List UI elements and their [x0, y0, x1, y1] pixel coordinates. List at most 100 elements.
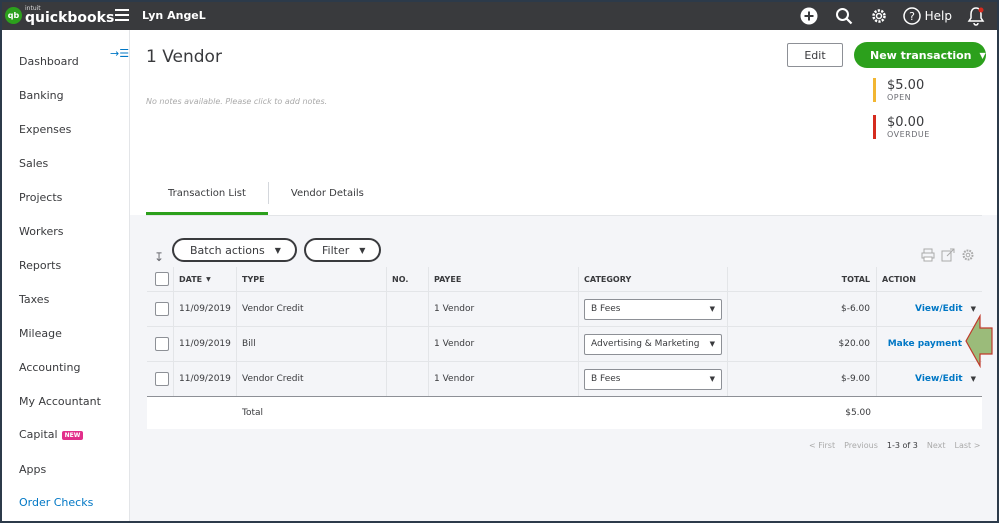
sort-toggle-icon[interactable]: ↧ — [154, 250, 164, 264]
svg-text:?: ? — [909, 10, 915, 23]
sidebar-item-accounting[interactable]: Accounting — [19, 361, 80, 374]
filter-button[interactable]: Filter ▼ — [304, 238, 382, 262]
col-header-date[interactable]: DATE ▼ — [174, 267, 237, 291]
table-row[interactable]: 11/09/2019 Bill 1 Vendor Advertising & M… — [147, 327, 982, 362]
create-plus-icon[interactable] — [798, 5, 820, 27]
sidebar-item-reports[interactable]: Reports — [19, 259, 61, 272]
left-nav: →☰ Dashboard Banking Expenses Sales Proj… — [2, 30, 130, 521]
row-total: $-6.00 — [728, 292, 877, 326]
vendor-notes[interactable]: No notes available. Please click to add … — [146, 97, 327, 106]
tab-vendor-details[interactable]: Vendor Details — [269, 178, 386, 209]
print-icon[interactable] — [921, 248, 935, 262]
help-label: Help — [924, 9, 952, 23]
edit-button[interactable]: Edit — [787, 43, 843, 67]
row-date: 11/09/2019 — [174, 362, 237, 396]
table-row[interactable]: 11/09/2019 Vendor Credit 1 Vendor B Fees… — [147, 292, 982, 327]
col-header-category[interactable]: CATEGORY — [579, 267, 728, 291]
company-name: Lyn AngeL — [142, 9, 206, 22]
batch-actions-button[interactable]: Batch actions ▼ — [172, 238, 297, 262]
new-transaction-button[interactable]: New transaction ▼ — [854, 42, 986, 68]
sidebar-item-banking[interactable]: Banking — [19, 89, 64, 102]
action-caret-down-icon[interactable]: ▼ — [971, 305, 976, 313]
main-content: 1 Vendor No notes available. Please clic… — [130, 30, 997, 521]
pager-first[interactable]: < First — [809, 441, 835, 450]
col-header-type[interactable]: TYPE — [237, 267, 387, 291]
table-settings-gear-icon[interactable] — [961, 248, 975, 262]
open-balance: $5.00 OPEN — [873, 78, 924, 103]
caret-down-icon: ▼ — [979, 50, 986, 60]
sidebar-item-sales[interactable]: Sales — [19, 157, 48, 170]
overdue-balance: $0.00 OVERDUE — [873, 115, 930, 140]
gear-icon[interactable] — [868, 5, 890, 27]
category-select[interactable]: B Fees ▼ — [584, 368, 722, 390]
overdue-label: OVERDUE — [887, 130, 930, 139]
search-icon[interactable] — [833, 5, 855, 27]
overdue-indicator-bar — [873, 115, 876, 139]
overdue-amount: $0.00 — [887, 115, 925, 130]
open-amount: $5.00 — [887, 78, 925, 93]
row-type: Bill — [237, 327, 387, 361]
select-all-checkbox[interactable] — [155, 272, 169, 286]
sidebar-item-capital[interactable]: Capital NEW — [19, 428, 84, 441]
sidebar-item-expenses[interactable]: Expenses — [19, 123, 71, 136]
caret-down-icon: ▼ — [709, 340, 715, 348]
quickbooks-logo[interactable]: qb intuit quickbooks — [5, 6, 114, 25]
total-value: $5.00 — [845, 408, 871, 418]
row-date: 11/09/2019 — [174, 327, 237, 361]
sidebar-item-taxes[interactable]: Taxes — [19, 293, 49, 306]
make-payment-link[interactable]: Make payment — [888, 339, 962, 349]
category-select[interactable]: B Fees ▼ — [584, 298, 722, 320]
view-edit-link[interactable]: View/Edit — [915, 374, 963, 384]
top-bar: qb intuit quickbooks Lyn AngeL ? Help — [2, 2, 997, 30]
caret-down-icon: ▼ — [359, 245, 366, 255]
category-select[interactable]: Advertising & Marketing ▼ — [584, 333, 722, 355]
sidebar-item-apps[interactable]: Apps — [19, 463, 46, 476]
help-icon: ? — [902, 7, 921, 25]
quickbooks-label: quickbooks — [25, 10, 115, 26]
action-caret-down-icon[interactable]: ▼ — [971, 375, 976, 383]
tab-transaction-list[interactable]: Transaction List — [146, 178, 268, 215]
row-checkbox[interactable] — [155, 337, 169, 351]
help-button[interactable]: ? Help — [902, 5, 952, 27]
row-checkbox[interactable] — [155, 372, 169, 386]
new-badge: NEW — [61, 430, 84, 440]
pager-next[interactable]: Next — [927, 441, 946, 450]
sidebar-item-dashboard[interactable]: Dashboard — [19, 55, 79, 68]
caret-down-icon: ▼ — [709, 305, 715, 313]
table-header-row: DATE ▼ TYPE NO. PAYEE CATEGORY TOTAL ACTI… — [147, 267, 982, 292]
row-payee: 1 Vendor — [429, 327, 579, 361]
col-header-total[interactable]: TOTAL — [728, 267, 877, 291]
page-title: 1 Vendor — [146, 47, 222, 67]
sidebar-item-order-checks[interactable]: Order Checks — [19, 496, 93, 509]
row-no — [387, 327, 429, 361]
open-indicator-bar — [873, 78, 876, 102]
hamburger-menu-icon[interactable] — [115, 9, 129, 21]
col-header-payee[interactable]: PAYEE — [429, 267, 579, 291]
caret-down-icon: ▼ — [274, 245, 281, 255]
app-window: qb intuit quickbooks Lyn AngeL ? Help →☰… — [2, 2, 997, 521]
batch-actions-label: Batch actions — [190, 243, 265, 257]
col-header-no[interactable]: NO. — [387, 267, 429, 291]
row-checkbox[interactable] — [155, 302, 169, 316]
row-no — [387, 292, 429, 326]
table-row[interactable]: 11/09/2019 Vendor Credit 1 Vendor B Fees… — [147, 362, 982, 397]
view-edit-link[interactable]: View/Edit — [915, 304, 963, 314]
collapse-nav-icon[interactable]: →☰ — [110, 47, 129, 60]
row-type: Vendor Credit — [237, 362, 387, 396]
open-label: OPEN — [887, 93, 912, 102]
sidebar-item-mileage[interactable]: Mileage — [19, 327, 62, 340]
row-total: $20.00 — [728, 327, 877, 361]
notifications-bell-icon[interactable] — [965, 5, 987, 27]
filter-label: Filter — [322, 243, 350, 257]
export-icon[interactable] — [941, 248, 955, 262]
row-payee: 1 Vendor — [429, 362, 579, 396]
sidebar-item-my-accountant[interactable]: My Accountant — [19, 395, 101, 408]
pager-last[interactable]: Last > — [955, 441, 981, 450]
row-total: $-9.00 — [728, 362, 877, 396]
pager-previous[interactable]: Previous — [844, 441, 878, 450]
sidebar-item-projects[interactable]: Projects — [19, 191, 62, 204]
col-header-action: ACTION — [882, 274, 916, 284]
pager-current: 1-3 of 3 — [886, 441, 918, 450]
sidebar-item-workers[interactable]: Workers — [19, 225, 63, 238]
total-label: Total — [242, 408, 264, 418]
